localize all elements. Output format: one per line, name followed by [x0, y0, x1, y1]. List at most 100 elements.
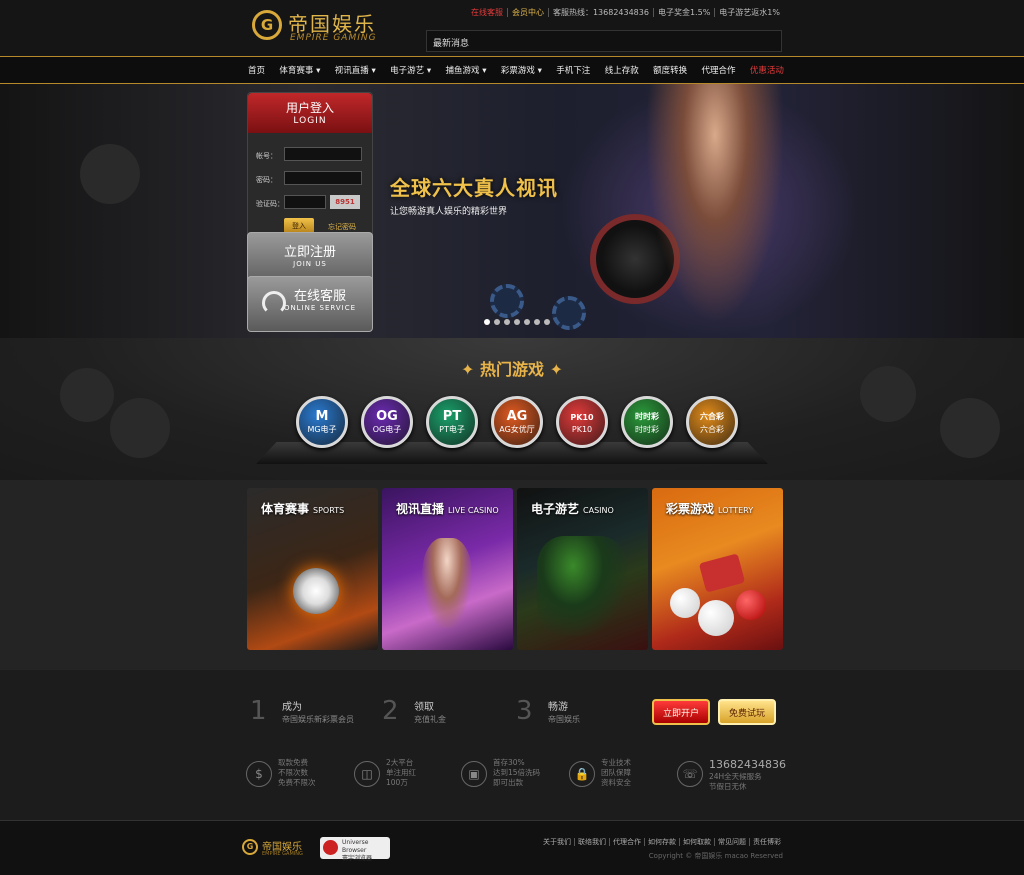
- captcha-label: 验证码：: [256, 200, 284, 208]
- feature-line: 不限次数: [278, 768, 308, 777]
- nav-item[interactable]: 体育赛事 ▾: [279, 64, 320, 76]
- game-logo-icon: 六合彩: [700, 411, 724, 421]
- feature-line: 即可出款: [493, 778, 523, 787]
- nav-item[interactable]: 线上存款: [605, 64, 639, 76]
- logo-name-en: EMPIRE GAMING: [290, 33, 377, 43]
- feature-line: 100万: [386, 778, 408, 787]
- logo-emblem-icon: G: [242, 839, 258, 855]
- category-title: 视讯直播 LIVE CASINO: [396, 502, 499, 516]
- banner-subtitle: 让您畅游真人娱乐的精彩世界: [390, 207, 508, 217]
- browser-logo-icon: [323, 840, 338, 855]
- lock-icon: 🔒: [569, 761, 595, 787]
- online-service-button[interactable]: 在线客服 ONLINE SERVICE: [247, 276, 373, 332]
- account-label: 帐号：: [256, 152, 277, 160]
- nav-item[interactable]: 捕鱼游戏 ▾: [446, 64, 487, 76]
- logo-emblem-icon: G: [252, 10, 282, 40]
- category-card-casino[interactable]: 电子游艺 CASINO: [517, 488, 648, 650]
- nav-item[interactable]: 首页: [248, 64, 265, 76]
- game-label: PK10: [571, 424, 593, 434]
- banner-dot[interactable]: [544, 319, 550, 325]
- game-logo-icon: 时时彩: [635, 411, 659, 421]
- header: G 帝国娱乐 EMPIRE GAMING 在线客服 会员中心 客服热线：136824…: [0, 0, 1024, 56]
- login-button[interactable]: 登入: [284, 218, 314, 233]
- captcha-image[interactable]: 8951: [330, 195, 360, 209]
- footer: G 帝国娱乐 EMPIRE GAMING Universe Browser 寰宇…: [0, 820, 1024, 875]
- hot-game-item[interactable]: 六合彩 六合彩: [686, 396, 738, 448]
- hot-game-item[interactable]: AG AG女优厅: [491, 396, 543, 448]
- nav-item[interactable]: 视讯直播 ▾: [335, 64, 376, 76]
- open-account-button[interactable]: 立即开户: [652, 699, 710, 725]
- hot-game-item[interactable]: OG OG电子: [361, 396, 413, 448]
- hotline-number: 13682434836: [709, 758, 786, 771]
- game-logo-icon: PK10: [570, 412, 594, 422]
- footer-link[interactable]: 联络我们: [574, 838, 609, 846]
- banner-dot[interactable]: [524, 319, 530, 325]
- hot-game-item[interactable]: 时时彩 时时彩: [621, 396, 673, 448]
- bg-ball-decor: [80, 144, 140, 204]
- universe-browser-badge[interactable]: Universe Browser 寰宇浏览器: [320, 837, 390, 862]
- footer-link[interactable]: 常见问题: [714, 838, 749, 846]
- category-card-sports[interactable]: 体育赛事 SPORTS: [247, 488, 378, 650]
- game-logo-icon: M: [315, 408, 329, 424]
- feature-line: 团队保障: [601, 768, 631, 777]
- password-input[interactable]: [284, 171, 362, 185]
- nav-item[interactable]: 手机下注: [556, 64, 590, 76]
- hero-banner[interactable]: 全球六大真人视讯 让您畅游真人娱乐的精彩世界 用户登入 LOGIN 帐号： 密码…: [0, 84, 1024, 338]
- rebate-text: 电子游艺返水1%: [714, 8, 784, 17]
- forgot-password-link[interactable]: 忘记密码: [328, 222, 356, 232]
- footer-link[interactable]: 关于我们: [540, 838, 574, 846]
- footer-link[interactable]: 如何取款: [679, 838, 714, 846]
- heroes-image: [537, 536, 627, 636]
- nav-item[interactable]: 代理合作: [702, 64, 736, 76]
- banner-dot[interactable]: [504, 319, 510, 325]
- news-label: 最新消息: [433, 39, 470, 49]
- feature-line: 免费不限次: [278, 778, 316, 787]
- hot-game-item[interactable]: PT PT电子: [426, 396, 478, 448]
- categories-section: 体育赛事 SPORTS 视讯直播 LIVE CASINO 电子游艺 CASINO 彩票…: [0, 480, 1024, 670]
- banner-pager: [484, 319, 550, 325]
- hot-game-item[interactable]: M MG电子: [296, 396, 348, 448]
- hot-games-list: M MG电子 OG OG电子 PT PT电子 AG AG女优厅 PK10 PK10 时时彩 时时彩 六合…: [296, 396, 738, 448]
- footer-link[interactable]: 如何存款: [644, 838, 679, 846]
- category-card-lottery[interactable]: 彩票游戏 LOTTERY: [652, 488, 783, 650]
- footer-link[interactable]: 责任博彩: [749, 838, 784, 846]
- casino-chip-image: [552, 296, 586, 330]
- main-nav: 首页 体育赛事 ▾ 视讯直播 ▾ 电子游艺 ▾ 捕鱼游戏 ▾ 彩票游戏 ▾ 手机下注 线上存款…: [0, 56, 1024, 84]
- dealer-image: [422, 538, 472, 628]
- site-logo[interactable]: G 帝国娱乐 EMPIRE GAMING: [248, 6, 388, 46]
- footer-link[interactable]: 代理合作: [609, 838, 644, 846]
- hot-game-item[interactable]: PK10 PK10: [556, 396, 608, 448]
- soccer-ball-image: [293, 568, 339, 614]
- account-input[interactable]: [284, 147, 362, 161]
- login-title-en: LOGIN: [293, 116, 327, 126]
- captcha-input[interactable]: [284, 195, 326, 209]
- banner-title: 全球六大真人视讯: [390, 176, 558, 200]
- banner-dot[interactable]: [484, 319, 490, 325]
- online-service-link[interactable]: 在线客服: [467, 8, 507, 17]
- browser-name-cn: 寰宇浏览器: [342, 855, 373, 862]
- banner-dot[interactable]: [514, 319, 520, 325]
- bg-ball-decor: [940, 398, 1000, 458]
- feature-line: 2大平台: [386, 758, 414, 767]
- money-icon: ▣: [461, 761, 487, 787]
- banner-dot[interactable]: [494, 319, 500, 325]
- lottery-ball-image: [736, 590, 766, 620]
- hostess-image: [640, 84, 790, 338]
- member-center-link[interactable]: 会员中心: [506, 8, 548, 17]
- nav-item[interactable]: 额度转换: [653, 64, 687, 76]
- top-links: 在线客服 会员中心 客服热线：13682434836 电子奖金1.5% 电子游艺返水1%: [467, 7, 784, 18]
- footer-links: 关于我们 联络我们 代理合作 如何存款 如何取款 常见问题 责任博彩: [540, 837, 784, 847]
- nav-item[interactable]: 彩票游戏 ▾: [501, 64, 542, 76]
- news-ticker[interactable]: 最新消息: [426, 30, 782, 52]
- free-trial-button[interactable]: 免费试玩: [718, 699, 776, 725]
- banner-dot[interactable]: [534, 319, 540, 325]
- login-title-cn: 用户登入: [285, 101, 334, 115]
- nav-item[interactable]: 优惠活动: [750, 64, 784, 76]
- nav-item[interactable]: 电子游艺 ▾: [390, 64, 431, 76]
- category-title: 电子游艺 CASINO: [531, 502, 614, 516]
- register-label-cn: 立即注册: [283, 245, 336, 260]
- hotline-text: 客服热线：13682434836: [547, 8, 653, 17]
- game-logo-icon: AG: [506, 408, 528, 424]
- game-label: OG电子: [372, 424, 402, 434]
- category-card-live-casino[interactable]: 视讯直播 LIVE CASINO: [382, 488, 513, 650]
